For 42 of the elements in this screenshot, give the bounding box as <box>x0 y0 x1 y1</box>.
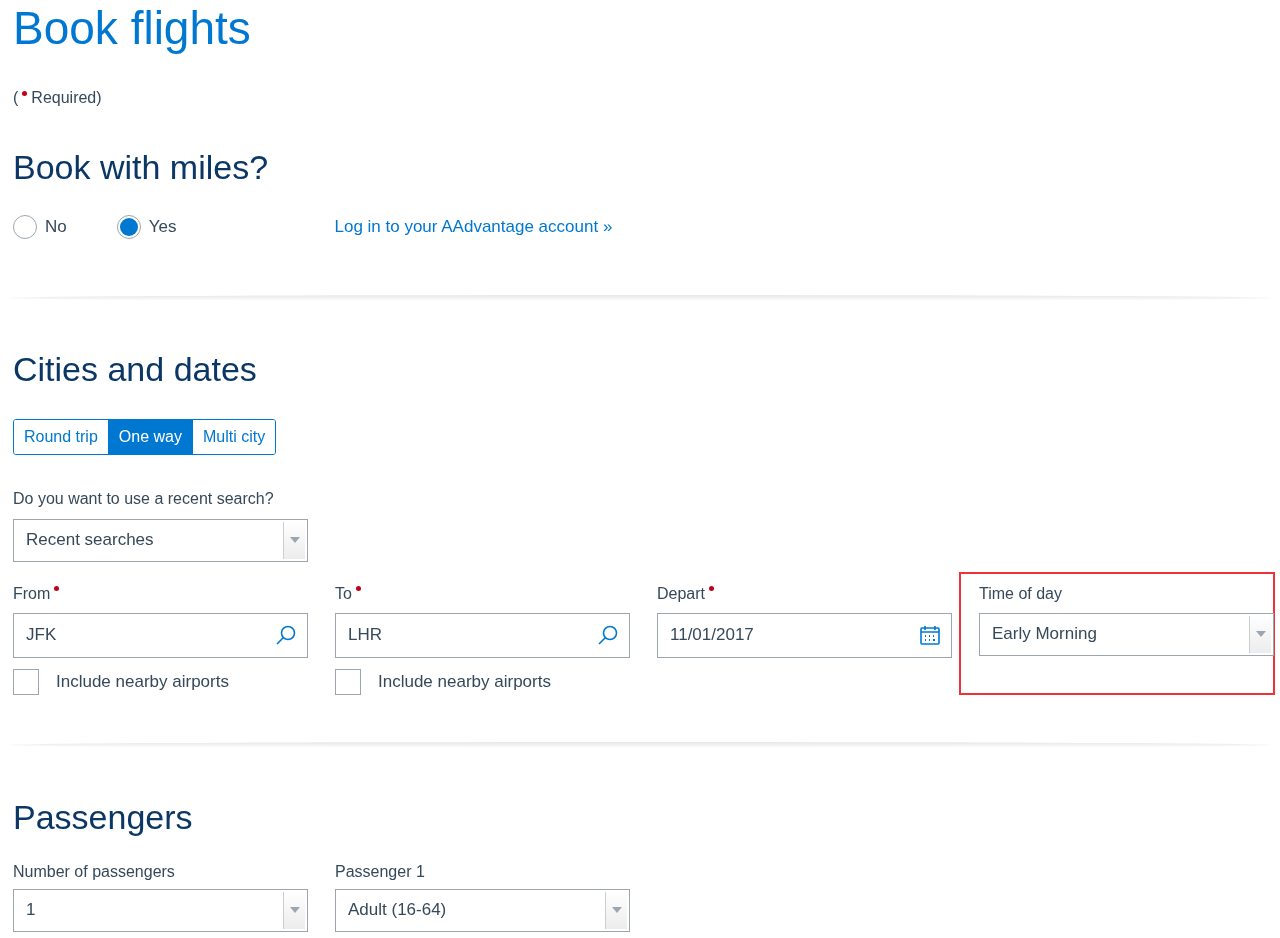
section-heading: Cities and dates <box>13 351 258 386</box>
field-label: Time of day <box>979 583 1062 604</box>
dropdown-value: Early Morning <box>991 623 1098 646</box>
input-value: 11/01/2017 <box>670 624 755 647</box>
field-label: From <box>13 583 51 604</box>
input-value: JFK <box>26 624 58 647</box>
calendar-icon[interactable] <box>919 623 943 647</box>
dropdown-select[interactable]: Adult (16-64) <box>335 888 630 932</box>
section-heading: Book with miles? <box>13 150 270 184</box>
dropdown-select[interactable]: Recent searches <box>13 518 308 562</box>
field-label: To <box>335 583 352 604</box>
dropdown-caret-icon[interactable] <box>283 521 305 559</box>
radio-button[interactable] <box>13 214 37 239</box>
field-label: Depart <box>657 583 706 604</box>
field-label: Do you want to use a recent search? <box>13 488 275 509</box>
dropdown-value: Recent searches <box>25 529 155 552</box>
field-label: Passenger 1 <box>335 861 426 880</box>
checkbox-label: Include nearby airports <box>56 670 229 693</box>
dropdown-value: Adult (16-64) <box>347 899 448 922</box>
checkbox[interactable] <box>335 668 361 695</box>
input-value: LHR <box>348 624 383 647</box>
checkbox-label: Include nearby airports <box>378 670 551 693</box>
input-field[interactable]: JFK <box>13 612 308 658</box>
dropdown-caret-icon[interactable] <box>1249 615 1271 653</box>
input-field[interactable]: LHR <box>335 612 630 658</box>
checkbox[interactable] <box>13 668 39 695</box>
dropdown-caret-icon[interactable] <box>283 891 305 929</box>
section-heading: Passengers <box>13 799 194 834</box>
dropdown-caret-icon[interactable] <box>605 891 627 929</box>
input-field[interactable]: 11/01/2017 <box>657 612 952 658</box>
trip-type-tab[interactable]: Multi city <box>191 419 276 454</box>
dropdown-select[interactable]: Early Morning <box>979 612 1274 656</box>
required-note: Required) <box>31 88 102 108</box>
dropdown-value: 1 <box>25 899 37 922</box>
paren-text: ( <box>13 88 19 108</box>
trip-type-tab[interactable]: One way <box>107 419 192 454</box>
radio-label: Yes <box>148 216 177 238</box>
field-label: Number of passengers <box>13 861 176 880</box>
radio-label: No <box>45 216 67 238</box>
dropdown-select[interactable]: 1 <box>13 888 308 932</box>
radio-button[interactable] <box>116 214 141 239</box>
login-link[interactable]: Log in to your AAdvantage account » <box>334 214 613 240</box>
